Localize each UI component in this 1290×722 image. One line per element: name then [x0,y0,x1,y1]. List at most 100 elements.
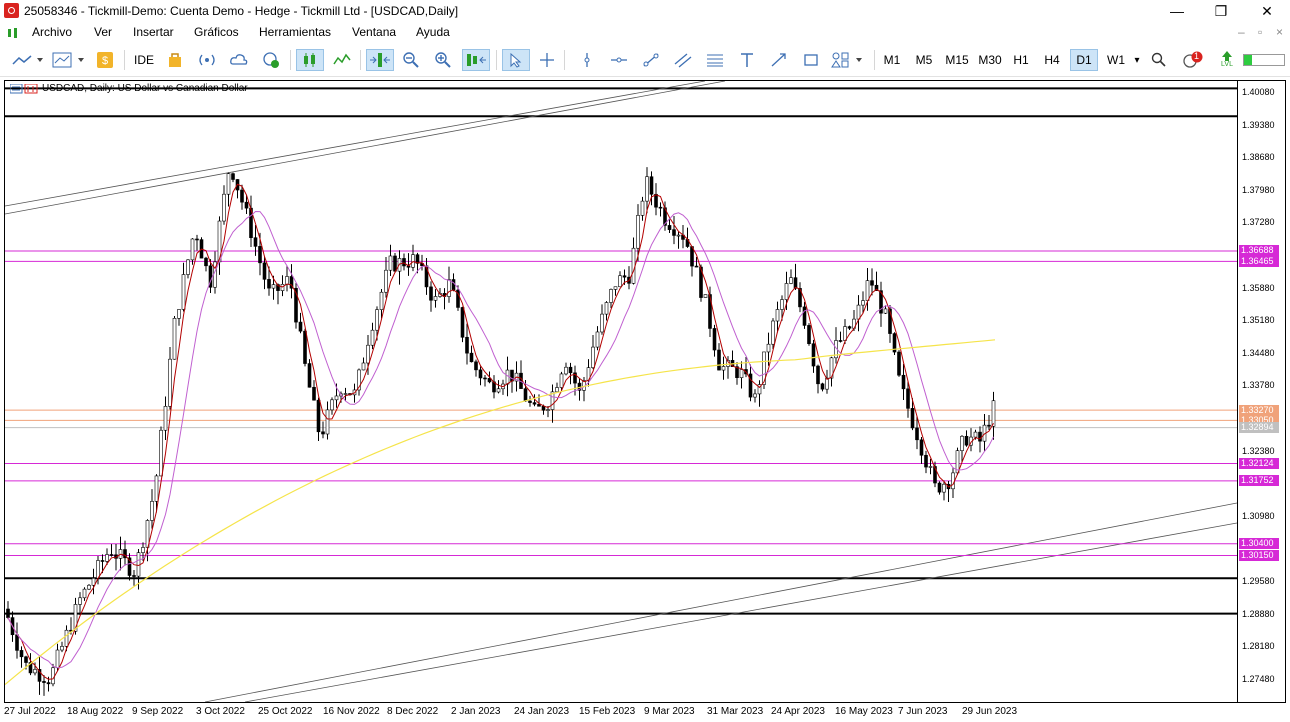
menu-ventana[interactable]: Ventana [352,25,396,39]
candle [501,379,505,395]
candle [159,426,163,477]
svg-text:$: $ [102,55,108,67]
chart-shift-button[interactable] [462,49,490,71]
candle [897,350,901,377]
market-icon[interactable] [260,49,282,71]
ide-button[interactable]: IDE [130,49,158,71]
candle [712,324,717,357]
timeframe-w1[interactable]: W1 [1103,49,1129,71]
timeframe-d1[interactable]: D1 [1070,49,1098,71]
candle [222,185,226,225]
price-chart[interactable] [5,81,1237,702]
menu-archivo[interactable]: Archivo [32,25,72,39]
candlestick-chart-button[interactable] [296,49,324,71]
fibonacci-icon[interactable] [704,49,726,71]
timeframe-h1[interactable]: H1 [1008,49,1034,71]
window-title: 25058346 - Tickmill-Demo: Cuenta Demo - … [24,4,459,18]
mdi-minimize-button[interactable]: – [1238,25,1245,39]
dollar-icon[interactable]: $ [94,49,116,71]
horizontal-line-icon[interactable] [608,49,630,71]
menu-graficos[interactable]: Gráficos [194,25,239,39]
candle [928,458,933,475]
price-level-tag: 1.36688 [1239,245,1279,257]
moving-average-mid [7,210,994,669]
timeframe-m1[interactable]: M1 [878,49,906,71]
candle [118,536,123,571]
channel-icon[interactable] [672,49,694,71]
candle [681,224,685,249]
text-tool-icon[interactable] [736,49,758,71]
candle [469,345,474,363]
candle [807,323,811,346]
date-axis[interactable]: 27 Jul 2022 18 Aug 2022 9 Sep 2022 3 Oct 20… [4,703,1286,722]
timeframe-m5[interactable]: M5 [910,49,938,71]
candle [640,196,645,221]
channel-line-upper-a [5,81,706,207]
candle [231,172,235,183]
arrow-tool-icon[interactable] [768,49,790,71]
date-tick-label: 8 Dec 2022 [387,706,439,717]
mdi-close-button[interactable]: × [1276,25,1283,39]
signals-icon[interactable] [196,49,218,71]
indicators-dropdown[interactable] [50,49,88,71]
moving-average-fast [7,183,994,680]
cloud-icon[interactable] [228,49,250,71]
price-tick-label: 1.27480 [1242,673,1275,684]
date-tick-label: 9 Sep 2022 [132,706,184,717]
channel-line-upper-b [5,81,726,215]
price-tick-label: 1.29580 [1242,576,1275,586]
candle [870,268,874,296]
candle [127,553,132,581]
channel-line-lower-a [204,502,1237,702]
line-chart-button[interactable] [330,49,354,71]
candle [919,436,924,464]
search-icon[interactable] [1148,49,1170,71]
notifications-button[interactable]: 1 [1178,49,1206,71]
candle [91,568,96,595]
candle [609,288,613,309]
zoom-out-icon[interactable] [400,49,422,71]
timeframe-m15[interactable]: M15 [942,49,972,71]
cursor-tool-button[interactable] [502,49,530,71]
trendline-icon[interactable] [640,49,662,71]
candle [631,237,636,285]
menu-herramientas[interactable]: Herramientas [259,25,331,39]
candle [946,481,951,502]
close-button[interactable]: ✕ [1252,2,1282,20]
autoscroll-icon [370,53,390,67]
lvl-label: LVL [1221,61,1233,68]
candle [789,269,793,285]
candle [753,389,757,403]
price-level-tag: 1.30150 [1239,549,1279,561]
maximize-button[interactable]: ❐ [1206,2,1236,20]
zoom-in-icon[interactable] [432,49,454,71]
candle [325,401,330,440]
price-tick-label: 1.37280 [1242,217,1275,228]
more-timeframes-icon[interactable]: ▾ [1132,49,1142,71]
candle [330,397,334,415]
candle [654,183,658,216]
rectangle-tool-icon[interactable] [800,49,822,71]
menu-ayuda[interactable]: Ayuda [416,25,450,39]
candle [289,264,294,299]
menu-ver[interactable]: Ver [94,25,112,39]
shapes-dropdown[interactable] [828,49,868,71]
menu-bar: Archivo Ver Insertar Gráficos Herramient… [0,22,1290,44]
minimize-button[interactable]: — [1162,2,1192,20]
price-axis[interactable]: 1.400801.393801.386801.379801.372801.365… [1237,81,1287,702]
menu-insertar[interactable]: Insertar [133,25,174,39]
mdi-restore-button[interactable]: ▫ [1258,25,1262,39]
candle [37,656,42,695]
crosshair-icon[interactable] [536,49,558,71]
timeframe-m30[interactable]: M30 [975,49,1005,71]
chart-type-dropdown[interactable] [10,49,46,71]
candle [991,391,996,440]
candle [316,397,321,441]
autoscroll-button[interactable] [366,49,394,71]
vertical-line-icon[interactable] [576,49,598,71]
shopping-bag-icon[interactable] [164,49,186,71]
candle [78,592,82,616]
price-tick-label: 1.39380 [1242,119,1275,130]
timeframe-h4[interactable]: H4 [1039,49,1065,71]
candle [478,366,483,386]
